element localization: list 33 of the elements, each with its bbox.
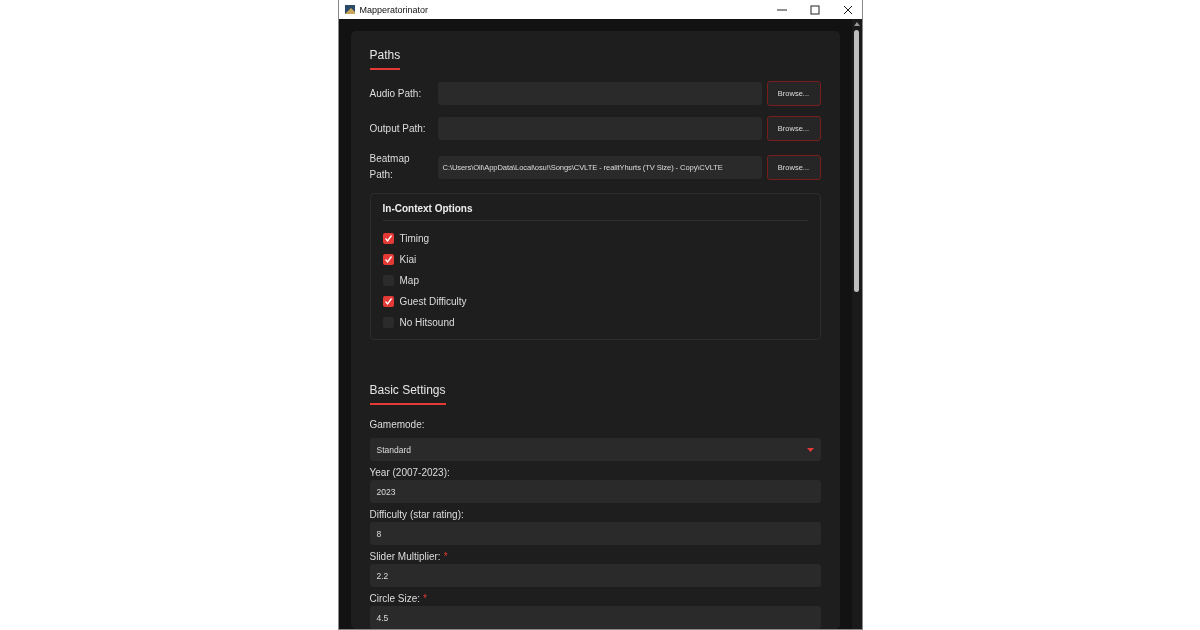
dropdown[interactable]: Standard [369,438,821,461]
input-field[interactable]: 2023 [369,480,821,503]
checkbox-label: Guest Difficulty [399,296,467,307]
checkbox[interactable] [382,296,394,307]
field-label: Beatmap Path: [369,152,411,182]
checkbox-label: Timing [399,233,430,244]
section-heading: Paths [369,48,401,70]
field-label: Slider Multiplier: [369,550,441,562]
app-icon [344,5,355,14]
field-label: Difficulty (star rating): [369,508,464,520]
scroll-up-icon[interactable] [853,22,860,26]
checkbox-label: No Hitsound [399,317,455,328]
checkbox-label: Map [399,275,419,286]
checkbox[interactable] [382,254,394,265]
input-field[interactable]: 8 [369,522,821,545]
close-icon [842,4,853,15]
section-heading: Basic Settings [369,383,446,405]
scrollbar[interactable] [851,19,862,629]
field-label: Output Path: [369,121,427,136]
checkbox[interactable] [382,233,394,244]
field-label: Audio Path: [369,86,423,101]
input-field[interactable]: 4.5 [369,606,821,629]
required-mark: * [423,592,427,604]
maximize-icon [809,4,820,15]
checkbox-label: Kiai [399,254,417,265]
caret-icon [806,447,814,452]
window-title: Mapperatorinator [359,4,430,15]
field-label: Year (2007-2023): [369,466,450,478]
input-field[interactable]: 2.2 [369,564,821,587]
required-mark: * [443,550,448,562]
card-heading: In-Context Options [382,203,808,221]
field-label: Circle Size: [369,592,421,604]
field-label: Gamemode: [369,418,425,430]
